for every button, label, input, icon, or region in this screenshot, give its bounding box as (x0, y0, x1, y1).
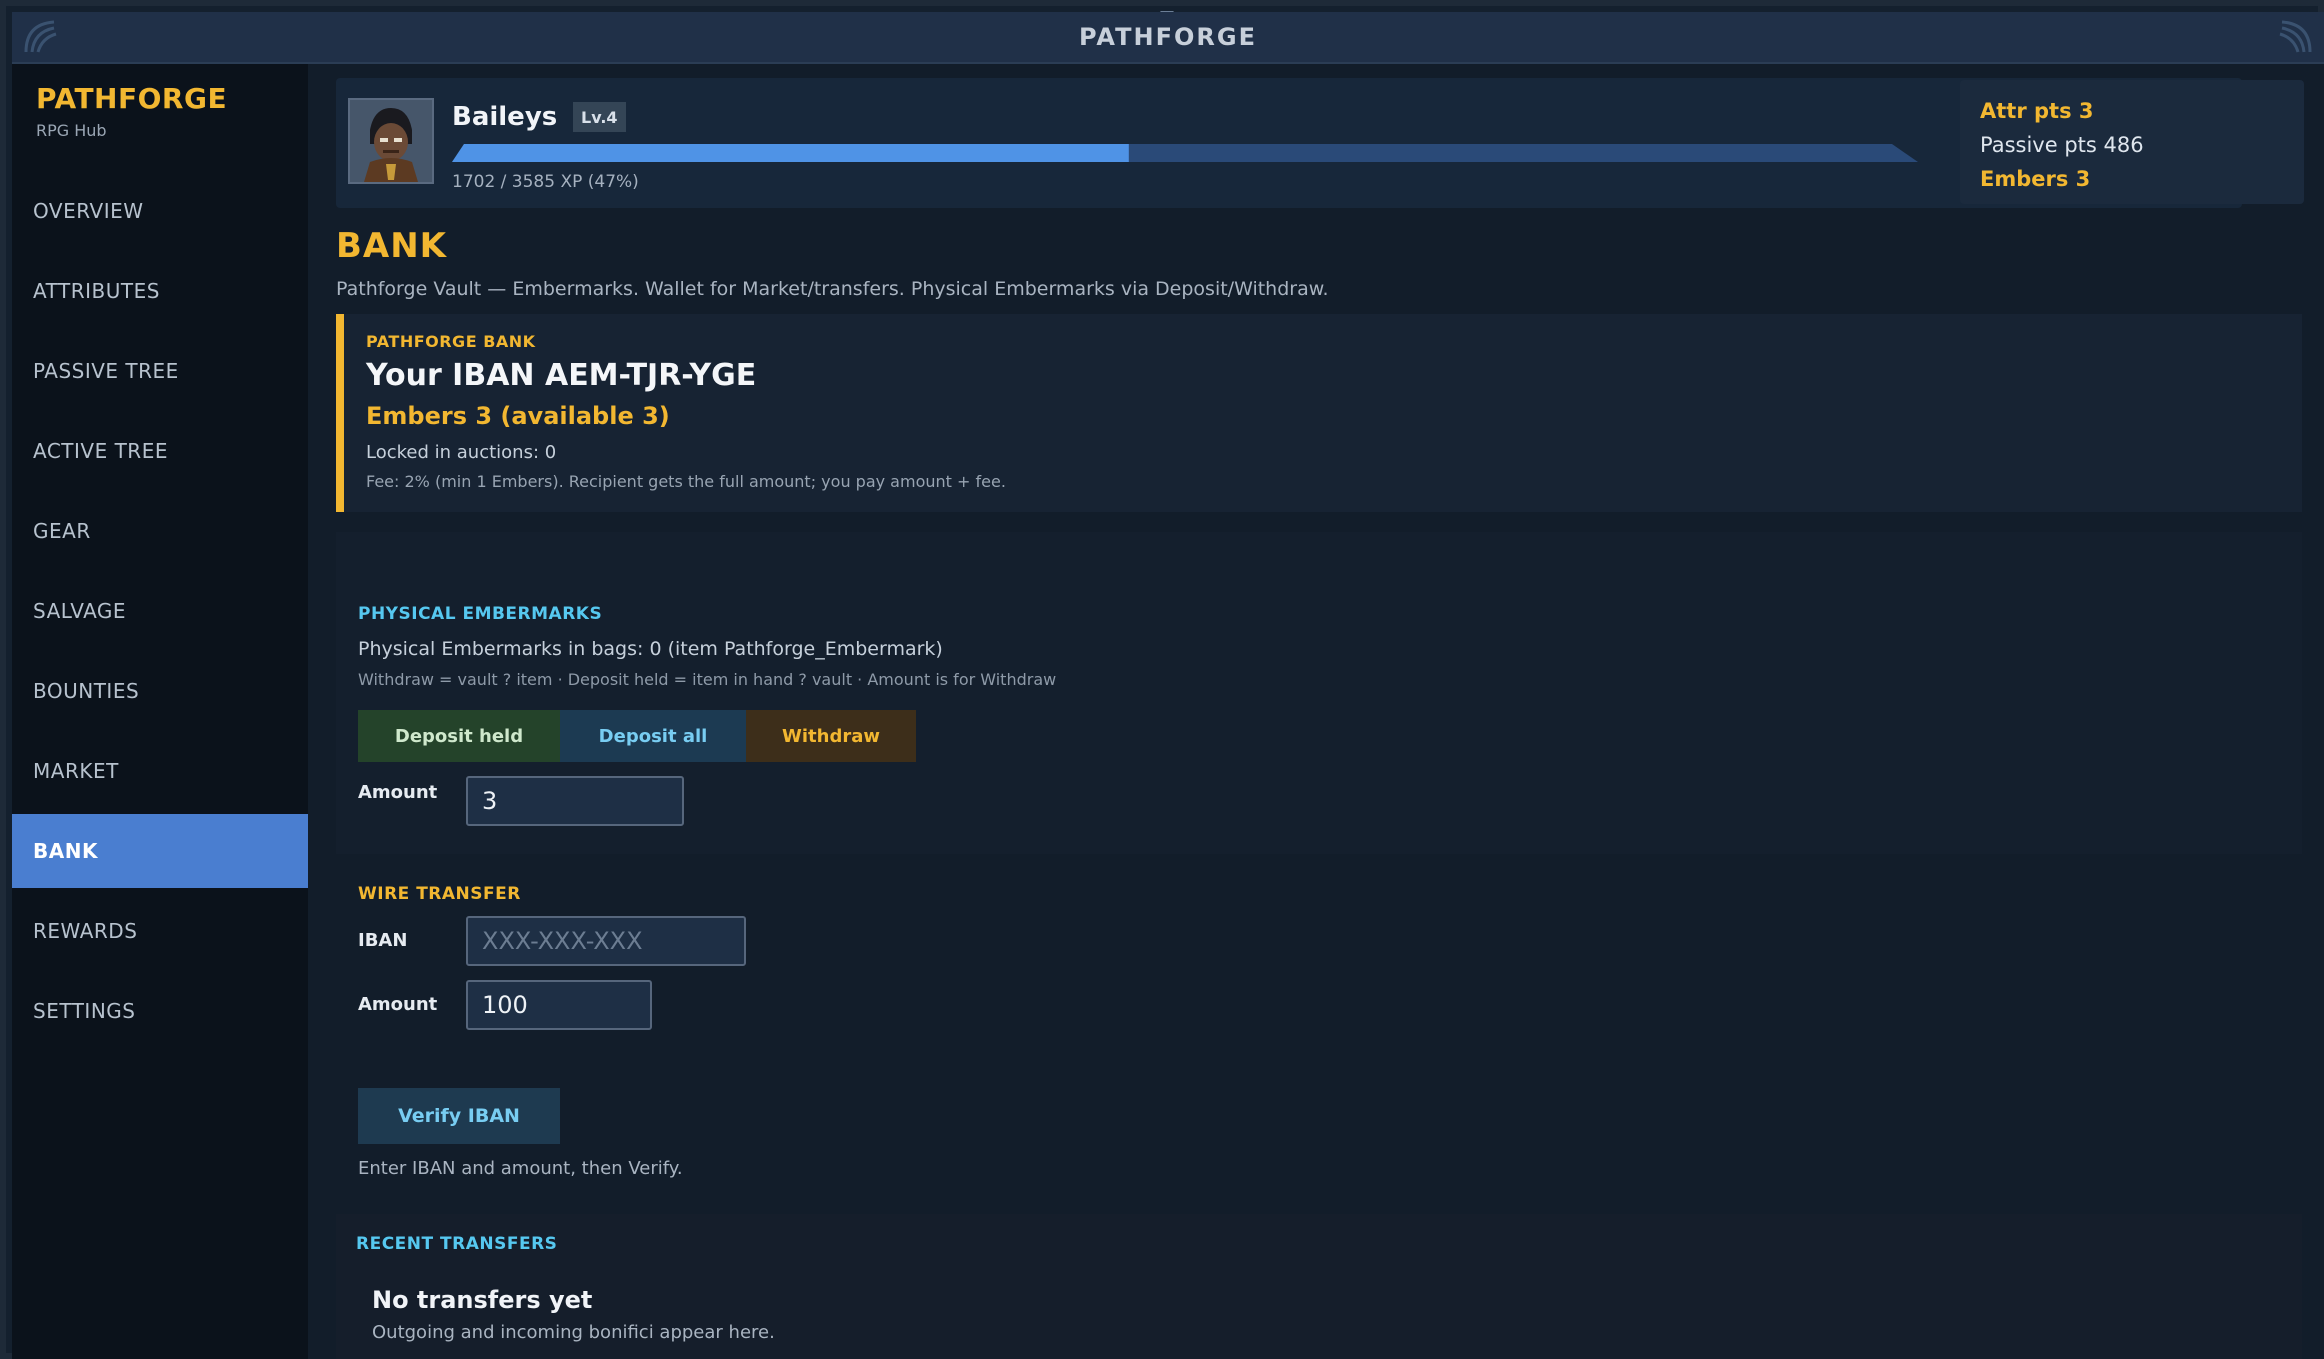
character-name: Baileys (452, 102, 558, 132)
sidebar-item-attributes[interactable]: ATTRIBUTES (12, 254, 308, 328)
sidebar-nav: OVERVIEW ATTRIBUTES PASSIVE TREE ACTIVE … (12, 174, 308, 1054)
iban-input[interactable] (466, 916, 746, 966)
wire-amount-input[interactable] (466, 980, 652, 1030)
xp-progress-bar (452, 144, 1918, 162)
page-title: BANK (336, 226, 448, 266)
embers-stat: Embers 3 (1980, 167, 2091, 191)
recent-transfers-section: RECENT TRANSFERS No transfers yet Outgoi… (336, 1214, 2302, 1359)
deposit-held-button[interactable]: Deposit held (358, 710, 560, 762)
sidebar-item-market[interactable]: MARKET (12, 734, 308, 808)
sidebar-item-gear[interactable]: GEAR (12, 494, 308, 568)
sidebar-item-bounties[interactable]: BOUNTIES (12, 654, 308, 728)
embers-balance: Embers 3 (available 3) (366, 402, 670, 430)
stats-panel: Attr pts 3 Passive pts 486 Embers 3 (1960, 80, 2304, 204)
iban-display: Your IBAN AEM-TJR-YGE (366, 358, 757, 393)
sidebar-item-settings[interactable]: SETTINGS (12, 974, 308, 1048)
level-badge: Lv.4 (573, 102, 626, 132)
character-portrait-icon[interactable] (348, 98, 434, 184)
character-header: Baileys Lv.4 1702 / 3585 XP (47%) (336, 78, 2242, 208)
physical-actions: Deposit held Deposit all Withdraw (358, 710, 916, 762)
sidebar-item-overview[interactable]: OVERVIEW (12, 174, 308, 248)
withdraw-button[interactable]: Withdraw (746, 710, 916, 762)
deposit-all-button[interactable]: Deposit all (560, 710, 746, 762)
vault-card: PATHFORGE BANK Your IBAN AEM-TJR-YGE Emb… (336, 314, 2302, 512)
app-window: PATHFORGE PATHFORGE RPG Hub OVERVIEW ATT… (0, 0, 2324, 1359)
wire-hint-text: Enter IBAN and amount, then Verify. (358, 1158, 683, 1179)
brand-name: PATHFORGE (36, 82, 228, 115)
brand: PATHFORGE RPG Hub (12, 64, 308, 140)
corner-ornament-icon (2252, 20, 2312, 54)
wire-section-label: WIRE TRANSFER (358, 884, 521, 904)
empty-state-subtitle: Outgoing and incoming bonifici appear he… (372, 1322, 775, 1343)
physical-embermarks-section: PHYSICAL EMBERMARKS Physical Embermarks … (336, 532, 2302, 854)
locked-amount: Locked in auctions: 0 (366, 442, 557, 463)
physical-bags-count: Physical Embermarks in bags: 0 (item Pat… (358, 638, 943, 660)
title-bar: PATHFORGE (12, 12, 2324, 64)
sidebar-item-passive-tree[interactable]: PASSIVE TREE (12, 334, 308, 408)
corner-ornament-icon (24, 20, 84, 54)
withdraw-amount-input[interactable] (466, 776, 684, 826)
attr-pts-stat: Attr pts 3 (1980, 99, 2094, 123)
brand-subtitle: RPG Hub (36, 121, 107, 140)
sidebar-item-active-tree[interactable]: ACTIVE TREE (12, 414, 308, 488)
withdraw-amount-label: Amount (358, 782, 438, 803)
page-description: Pathforge Vault — Embermarks. Wallet for… (336, 278, 1329, 300)
physical-help-text: Withdraw = vault ? item · Deposit held =… (358, 670, 1057, 689)
verify-iban-button[interactable]: Verify IBAN (358, 1088, 560, 1144)
main-content: Baileys Lv.4 1702 / 3585 XP (47%) Attr p… (308, 64, 2324, 1359)
wire-transfer-section: WIRE TRANSFER IBAN Amount Verify IBAN En… (336, 868, 2302, 1200)
recent-section-label: RECENT TRANSFERS (356, 1234, 558, 1254)
xp-bar-fill (452, 144, 1129, 162)
iban-label: IBAN (358, 930, 408, 951)
wire-amount-label: Amount (358, 994, 438, 1015)
physical-section-label: PHYSICAL EMBERMARKS (358, 604, 603, 624)
sidebar-item-rewards[interactable]: REWARDS (12, 894, 308, 968)
passive-pts-stat: Passive pts 486 (1980, 133, 2144, 157)
vault-label: PATHFORGE BANK (366, 332, 536, 351)
fee-info: Fee: 2% (min 1 Embers). Recipient gets t… (366, 472, 1006, 491)
sidebar-item-salvage[interactable]: SALVAGE (12, 574, 308, 648)
sidebar-item-bank[interactable]: BANK (12, 814, 308, 888)
window-title: PATHFORGE (1079, 23, 1257, 51)
sidebar: PATHFORGE RPG Hub OVERVIEW ATTRIBUTES PA… (12, 64, 308, 1359)
xp-text: 1702 / 3585 XP (47%) (452, 172, 639, 192)
empty-state-title: No transfers yet (372, 1286, 593, 1314)
